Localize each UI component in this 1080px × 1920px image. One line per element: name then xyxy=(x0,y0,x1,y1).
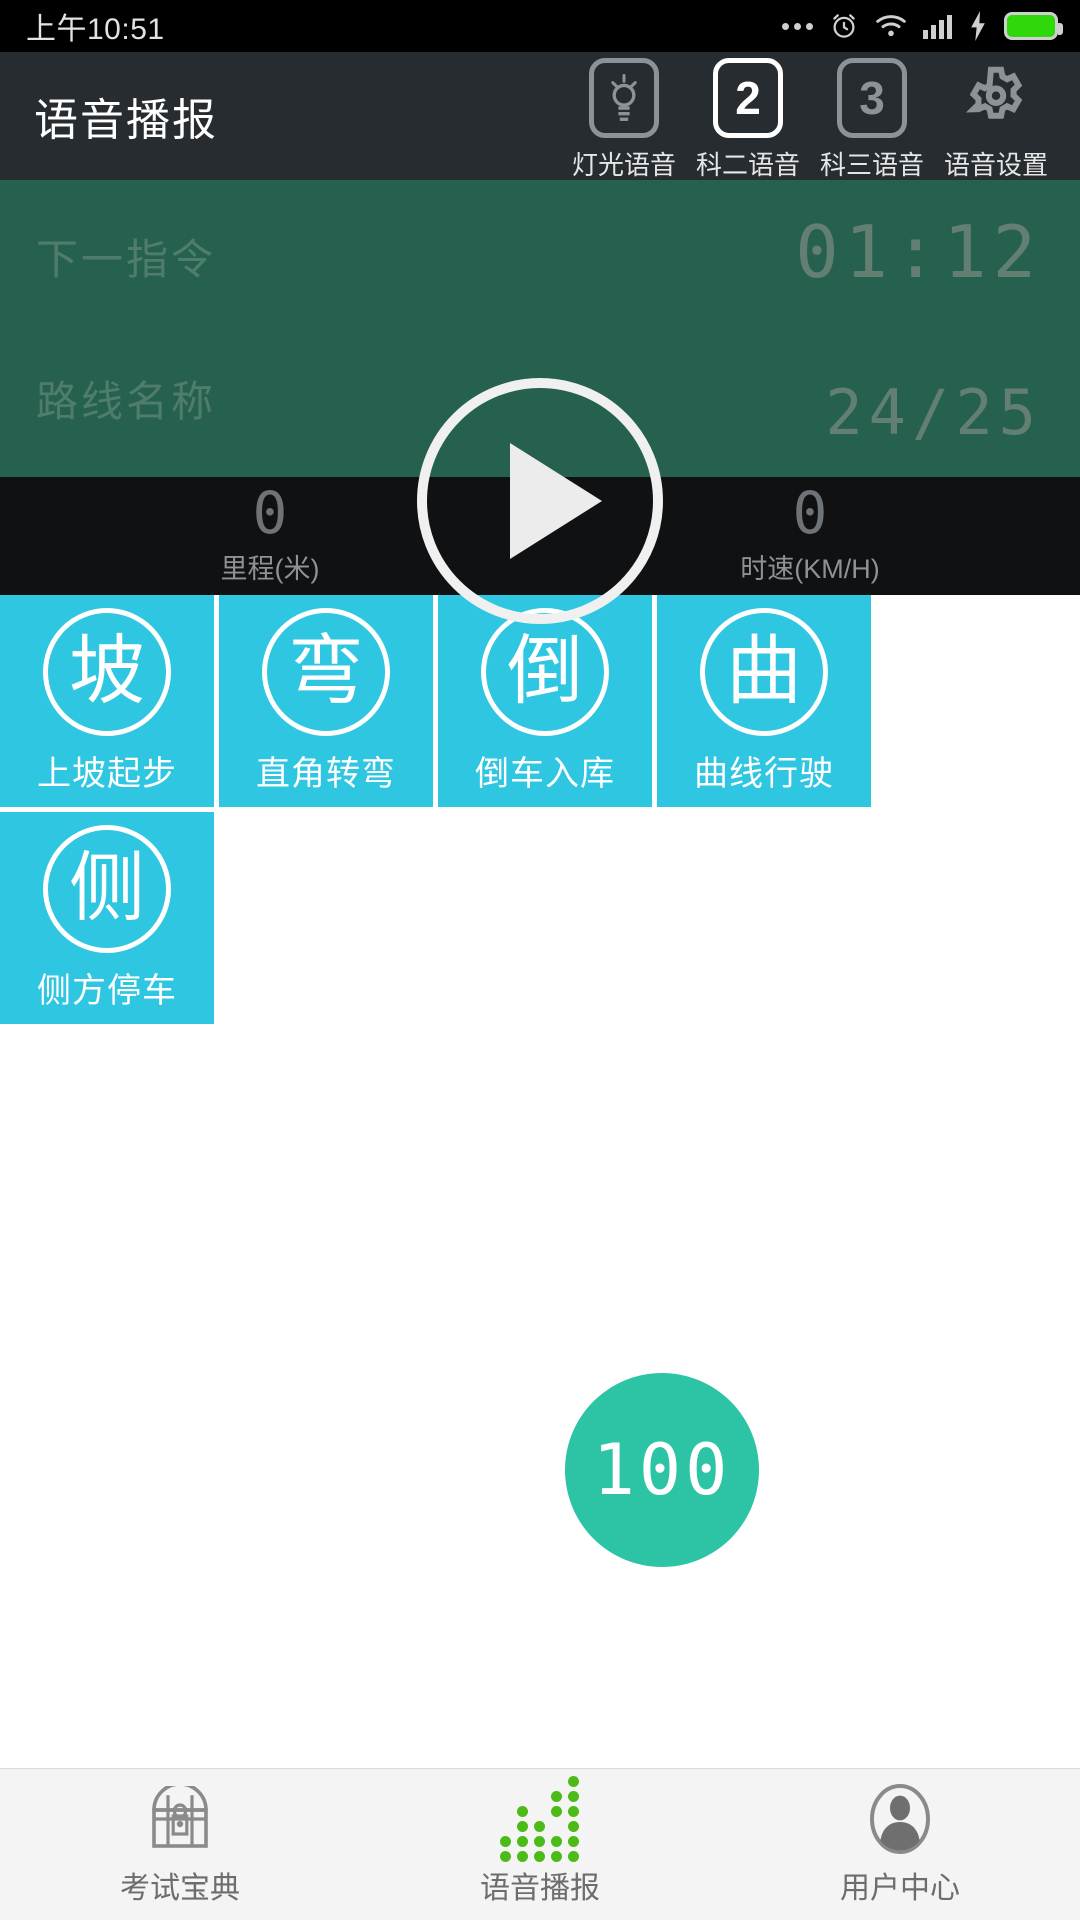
tile-label: 倒车入库 xyxy=(475,754,615,793)
tile-glyph: 弯 xyxy=(262,607,390,736)
header-nav-group: 灯光语音 2 科二语音 3 科三语音 语音设置 xyxy=(562,51,1058,182)
charging-bolt-icon xyxy=(971,11,985,41)
lightbulb-icon xyxy=(588,57,660,139)
alarm-clock-icon xyxy=(833,14,855,38)
tile-side-parking[interactable]: 侧 侧方停车 xyxy=(0,812,214,1024)
tile-label: 直角转弯 xyxy=(256,754,396,793)
bottom-tab-bar: 考试宝典 语音播报 用户中心 xyxy=(0,1768,1080,1920)
tile-label: 曲线行驶 xyxy=(694,754,834,793)
number-2-icon: 2 xyxy=(712,57,784,139)
nav-badge: 3 xyxy=(837,57,907,138)
tab-exam-guide[interactable]: 考试宝典 xyxy=(0,1783,360,1907)
tab-label: 用户中心 xyxy=(840,1871,960,1905)
metric-value: 0 xyxy=(252,478,288,547)
battery-icon xyxy=(1004,12,1063,40)
score-float-button[interactable]: 100 xyxy=(565,1373,759,1567)
gear-icon xyxy=(960,57,1032,139)
voice-player-panel: 下一指令 路线名称 01:12 24/25 xyxy=(0,180,1080,624)
nav-label: 科三语音 xyxy=(819,149,924,180)
tile-glyph: 坡 xyxy=(43,607,171,736)
nav-item-subject-3-voice[interactable]: 3 科三语音 xyxy=(810,51,934,182)
metric-value: 0 xyxy=(792,478,828,547)
more-dots-icon xyxy=(782,22,813,30)
nav-label: 科二语音 xyxy=(695,149,800,180)
tab-voice-broadcast[interactable]: 语音播报 xyxy=(360,1775,720,1907)
route-name-label: 路线名称 xyxy=(36,378,217,425)
exercise-tile-grid: 坡 上坡起步 弯 直角转弯 倒 倒车入库 曲 曲线行驶 侧 侧方停车 xyxy=(0,595,1080,1029)
equalizer-icon xyxy=(499,1775,581,1862)
number-3-icon: 3 xyxy=(836,57,908,139)
tab-label: 语音播报 xyxy=(480,1871,600,1905)
nav-badge: 2 xyxy=(713,57,783,138)
app-header: 语音播报 灯光语音 2 科二语音 3 科三语音 语音设置 xyxy=(0,52,1080,180)
nav-item-subject-2-voice[interactable]: 2 科二语音 xyxy=(686,51,810,182)
nav-item-voice-settings[interactable]: 语音设置 xyxy=(934,51,1058,182)
treasure-chest-icon xyxy=(146,1783,214,1855)
next-command-label: 下一指令 xyxy=(36,236,217,283)
tile-glyph: 侧 xyxy=(43,824,171,953)
user-avatar-icon xyxy=(867,1783,933,1855)
tile-label: 上坡起步 xyxy=(37,754,177,793)
step-counter-display: 24/25 xyxy=(825,376,1042,449)
tile-reverse-parking[interactable]: 倒 倒车入库 xyxy=(438,595,652,807)
signal-icon xyxy=(923,13,952,39)
tile-label: 侧方停车 xyxy=(37,971,177,1010)
metric-label: 里程(米) xyxy=(220,554,320,585)
status-bar: 上午10:51 xyxy=(0,0,1080,52)
status-icons xyxy=(782,11,1063,41)
tile-right-angle-turn[interactable]: 弯 直角转弯 xyxy=(219,595,433,807)
tab-user-center[interactable]: 用户中心 xyxy=(720,1783,1080,1907)
nav-label: 语音设置 xyxy=(943,149,1048,180)
tile-glyph: 倒 xyxy=(481,607,609,736)
play-icon xyxy=(510,443,602,559)
tile-uphill-start[interactable]: 坡 上坡起步 xyxy=(0,595,214,807)
metric-label: 时速(KM/H) xyxy=(740,554,880,585)
tab-label: 考试宝典 xyxy=(120,1871,240,1905)
nav-label: 灯光语音 xyxy=(571,149,676,180)
play-button[interactable] xyxy=(417,378,663,624)
tile-glyph: 曲 xyxy=(700,607,828,736)
nav-item-light-voice[interactable]: 灯光语音 xyxy=(562,51,686,182)
page-title: 语音播报 xyxy=(34,96,218,145)
wifi-icon xyxy=(876,15,906,37)
status-time: 上午10:51 xyxy=(26,13,165,46)
tile-curve-driving[interactable]: 曲 曲线行驶 xyxy=(657,595,871,807)
timer-display: 01:12 xyxy=(795,210,1042,294)
